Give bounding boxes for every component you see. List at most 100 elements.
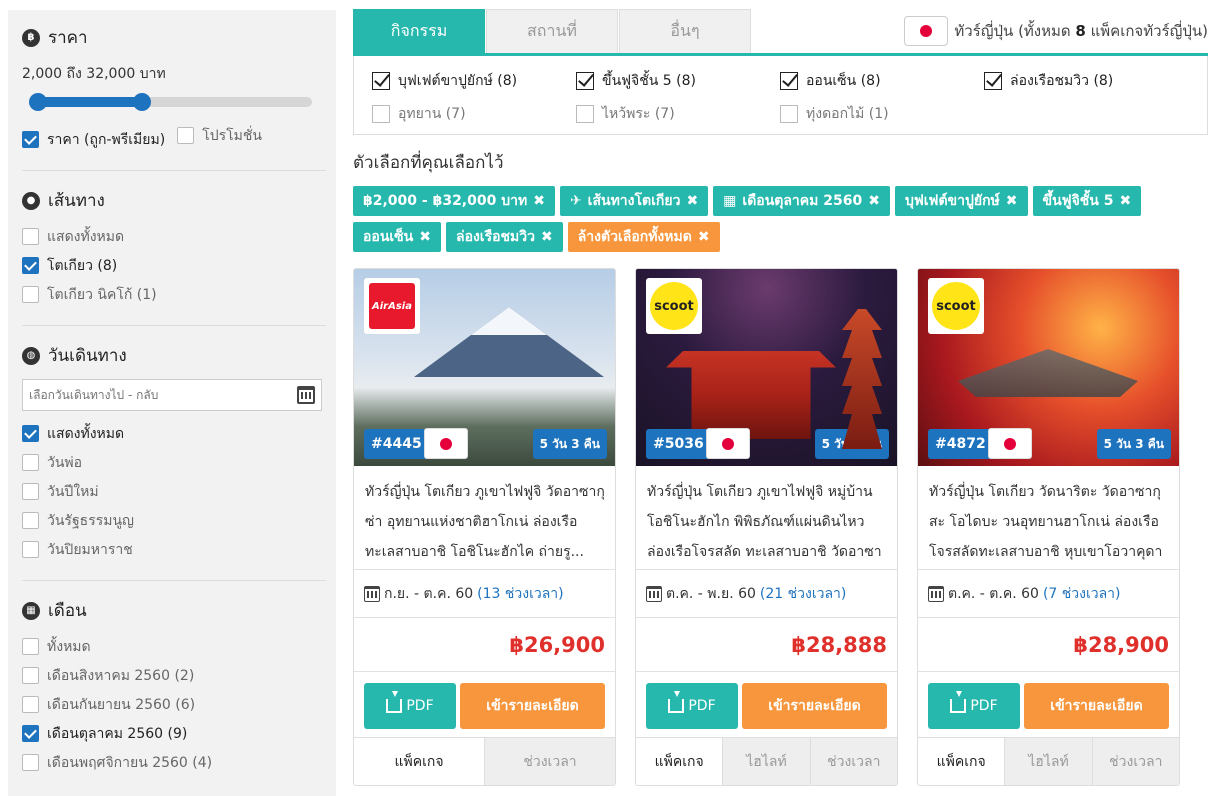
selected-tag[interactable]: ฿2,000 - ฿32,000 บาท ✖ bbox=[353, 186, 555, 216]
card-tab[interactable]: แพ็คเกจ bbox=[636, 738, 723, 785]
month-option-checkbox[interactable] bbox=[22, 725, 39, 742]
activity-filter[interactable]: ทุ่งดอกไม้ (1) bbox=[780, 99, 984, 128]
slots-link[interactable]: (21 ช่วงเวลา) bbox=[760, 583, 846, 605]
route-option[interactable]: โตเกียว นิคโก้ (1) bbox=[22, 280, 322, 309]
route-option-checkbox[interactable] bbox=[22, 228, 39, 245]
departure-option[interactable]: วันปิยมหาราช bbox=[22, 535, 322, 564]
calendar-icon[interactable] bbox=[297, 386, 315, 404]
tag-label: ล่องเรือชมวิว bbox=[455, 229, 535, 245]
month-option[interactable]: ทั้งหมด bbox=[22, 632, 322, 661]
activity-checkbox[interactable] bbox=[576, 104, 594, 123]
remove-tag-icon[interactable]: ✖ bbox=[698, 229, 710, 245]
remove-tag-icon[interactable]: ✖ bbox=[541, 229, 553, 245]
pdf-download-button[interactable]: PDF bbox=[364, 683, 456, 729]
pdf-download-button[interactable]: PDF bbox=[928, 683, 1020, 729]
tab-1[interactable]: สถานที่ bbox=[486, 9, 618, 53]
activity-checkbox[interactable] bbox=[780, 71, 798, 90]
remove-tag-icon[interactable]: ✖ bbox=[1006, 193, 1018, 209]
activity-label: ออนเซ็น (8) bbox=[806, 72, 881, 89]
selected-tag[interactable]: ▦ เดือนตุลาคม 2560 ✖ bbox=[713, 186, 890, 216]
activity-filter[interactable]: บุฟเฟต์ขาปูยักษ์ (8) bbox=[372, 66, 576, 95]
tour-photo[interactable]: AirAsia #4445 5 วัน 3 คืน bbox=[354, 269, 615, 466]
view-details-button[interactable]: เข้ารายละเอียด bbox=[460, 683, 605, 729]
tour-code-badge: #4445 bbox=[364, 429, 429, 459]
tour-photo[interactable]: scoot #4872 5 วัน 3 คืน bbox=[918, 269, 1179, 466]
selected-tag[interactable]: ล่องเรือชมวิว ✖ bbox=[445, 222, 563, 252]
price-option[interactable]: โปรโมชั่น bbox=[177, 121, 262, 150]
route-option-checkbox[interactable] bbox=[22, 257, 39, 274]
activity-checkbox[interactable] bbox=[780, 104, 798, 123]
card-actions: PDF เข้ารายละเอียด bbox=[918, 672, 1179, 740]
activity-checkbox[interactable] bbox=[372, 71, 390, 90]
departure-option[interactable]: วันรัฐธรรมนูญ bbox=[22, 506, 322, 535]
route-option[interactable]: แสดงทั้งหมด bbox=[22, 222, 322, 251]
month-option-checkbox[interactable] bbox=[22, 754, 39, 771]
month-option-label: เดือนตุลาคม 2560 bbox=[47, 725, 164, 742]
month-option-checkbox[interactable] bbox=[22, 638, 39, 655]
card-tab[interactable]: ไฮไลท์ bbox=[1004, 738, 1092, 785]
activity-checkbox[interactable] bbox=[984, 71, 1002, 90]
month-option-checkbox[interactable] bbox=[22, 667, 39, 684]
tour-description[interactable]: ทัวร์ญี่ปุ่น โตเกียว วัดนาริตะ วัดอาซากุ… bbox=[918, 466, 1179, 570]
departure-option-checkbox[interactable] bbox=[22, 425, 39, 442]
month-option-checkbox[interactable] bbox=[22, 696, 39, 713]
selected-tag[interactable]: ขึ้นฟูจิชั้น 5 ✖ bbox=[1032, 186, 1142, 216]
activity-filter[interactable]: ล่องเรือชมวิว (8) bbox=[984, 66, 1188, 95]
card-tab[interactable]: ช่วงเวลา bbox=[1091, 738, 1179, 785]
activity-checkbox[interactable] bbox=[576, 71, 594, 90]
departure-option-checkbox[interactable] bbox=[22, 512, 39, 529]
departure-option[interactable]: วันปีใหม่ bbox=[22, 477, 322, 506]
departure-option[interactable]: แสดงทั้งหมด bbox=[22, 419, 322, 448]
japan-flag-icon[interactable] bbox=[904, 16, 949, 46]
tour-description[interactable]: ทัวร์ญี่ปุ่น โตเกียว ภูเขาไฟฟูจิ หมู่บ้า… bbox=[636, 466, 897, 570]
activity-filter[interactable]: ไหว้พระ (7) bbox=[576, 99, 780, 128]
card-tab[interactable]: ไฮไลท์ bbox=[722, 738, 810, 785]
departure-option-checkbox[interactable] bbox=[22, 454, 39, 471]
departure-date-input[interactable] bbox=[29, 388, 297, 402]
remove-tag-icon[interactable]: ✖ bbox=[868, 193, 880, 209]
activity-checkbox[interactable] bbox=[372, 104, 390, 123]
view-details-button[interactable]: เข้ารายละเอียด bbox=[1024, 683, 1169, 729]
selected-tag[interactable]: บุฟเฟต์ขาปูยักษ์ ✖ bbox=[894, 186, 1028, 216]
remove-tag-icon[interactable]: ✖ bbox=[686, 193, 698, 209]
calendar-icon bbox=[646, 585, 662, 602]
remove-tag-icon[interactable]: ✖ bbox=[419, 229, 431, 245]
departure-date-field[interactable] bbox=[22, 379, 322, 411]
departure-option-checkbox[interactable] bbox=[22, 483, 39, 500]
activity-filter[interactable]: ขึ้นฟูจิชั้น 5 (8) bbox=[576, 66, 780, 95]
tag-label: บุฟเฟต์ขาปูยักษ์ bbox=[904, 193, 1000, 209]
price-option-checkbox[interactable] bbox=[22, 131, 39, 148]
price-option[interactable]: ราคา (ถูก-พรีเมียม) bbox=[22, 125, 165, 154]
card-tab[interactable]: แพ็คเกจ bbox=[354, 738, 484, 785]
clear-all-button[interactable]: ล้างตัวเลือกทั้งหมด ✖ bbox=[567, 222, 720, 252]
selected-tag[interactable]: ออนเซ็น ✖ bbox=[353, 222, 441, 252]
route-option-checkbox[interactable] bbox=[22, 286, 39, 303]
tour-photo[interactable]: scoot #5036 5 วัน 3 คืน bbox=[636, 269, 897, 466]
slots-link[interactable]: (7 ช่วงเวลา) bbox=[1043, 583, 1121, 605]
tour-description[interactable]: ทัวร์ญี่ปุ่น โตเกียว ภูเขาไฟฟูจิ วัดอาซา… bbox=[354, 466, 615, 570]
view-details-button[interactable]: เข้ารายละเอียด bbox=[742, 683, 887, 729]
month-option[interactable]: เดือนกันยายน 2560 (6) bbox=[22, 690, 322, 719]
departure-option[interactable]: วันพ่อ bbox=[22, 448, 322, 477]
remove-tag-icon[interactable]: ✖ bbox=[1119, 193, 1131, 209]
remove-tag-icon[interactable]: ✖ bbox=[533, 193, 545, 209]
card-tab[interactable]: ช่วงเวลา bbox=[484, 738, 615, 785]
card-tab[interactable]: แพ็คเกจ bbox=[918, 738, 1005, 785]
month-option[interactable]: เดือนตุลาคม 2560 (9) bbox=[22, 719, 322, 748]
pdf-download-button[interactable]: PDF bbox=[646, 683, 738, 729]
selected-tag[interactable]: ✈ เส้นทางโตเกียว ✖ bbox=[559, 186, 709, 216]
slots-link[interactable]: (13 ช่วงเวลา) bbox=[477, 583, 563, 605]
price-slider-max-handle[interactable] bbox=[133, 93, 152, 111]
price-slider[interactable] bbox=[29, 93, 312, 111]
tab-0[interactable]: กิจกรรม bbox=[353, 9, 485, 53]
route-option[interactable]: โตเกียว (8) bbox=[22, 251, 322, 280]
month-option[interactable]: เดือนสิงหาคม 2560 (2) bbox=[22, 661, 322, 690]
activity-filter[interactable]: อุทยาน (7) bbox=[372, 99, 576, 128]
price-slider-min-handle[interactable] bbox=[29, 93, 47, 111]
activity-filter[interactable]: ออนเซ็น (8) bbox=[780, 66, 984, 95]
card-tab[interactable]: ช่วงเวลา bbox=[809, 738, 897, 785]
month-option[interactable]: เดือนพฤศจิกายน 2560 (4) bbox=[22, 748, 322, 777]
departure-option-checkbox[interactable] bbox=[22, 541, 39, 558]
price-option-checkbox[interactable] bbox=[177, 127, 195, 144]
tab-2[interactable]: อื่นๆ bbox=[619, 9, 751, 53]
